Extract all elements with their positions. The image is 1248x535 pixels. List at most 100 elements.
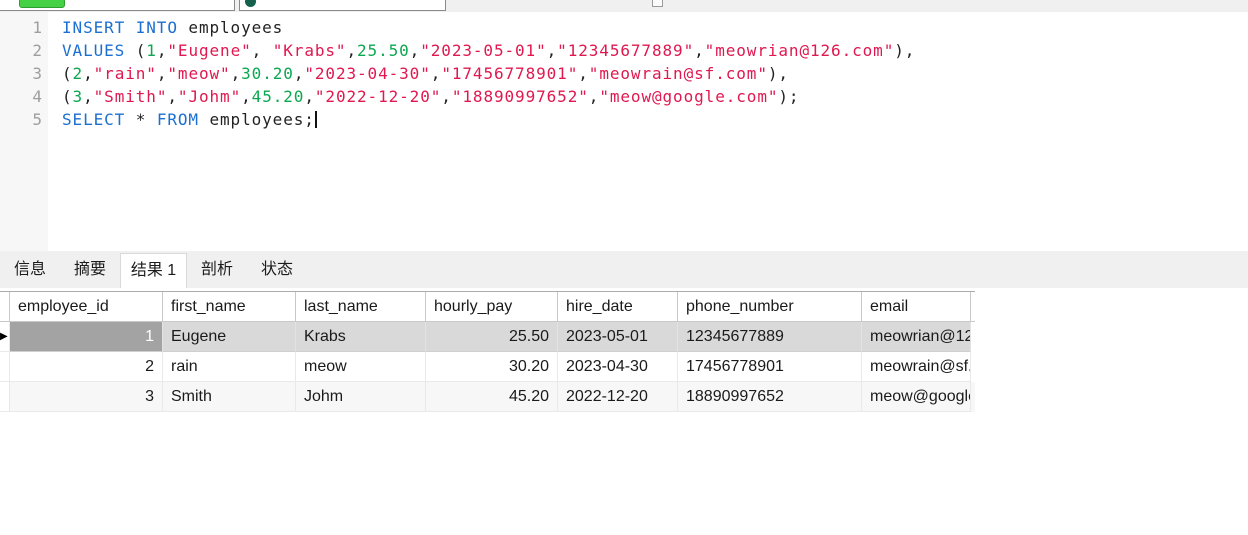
table-cell[interactable]: 3 xyxy=(10,382,163,412)
code-token: , xyxy=(157,64,168,83)
table-cell[interactable]: 18890997652 xyxy=(678,382,862,412)
code-token: ( xyxy=(125,41,146,60)
toolbar-strip xyxy=(0,0,1248,12)
code-token: , xyxy=(231,64,242,83)
result-grid: employee_idfirst_namelast_namehourly_pay… xyxy=(0,291,975,412)
connection-combobox[interactable] xyxy=(0,0,235,11)
code-token: "meowrian@126.com" xyxy=(705,41,895,60)
tab-result1[interactable]: 结果 1 xyxy=(120,253,187,288)
code-token: VALUES xyxy=(62,41,125,60)
table-cell[interactable]: 17456778901 xyxy=(678,352,862,382)
code-token: 3 xyxy=(73,87,84,106)
table-cell[interactable]: rain xyxy=(163,352,296,382)
table-cell[interactable]: 2023-04-30 xyxy=(558,352,678,382)
table-cell[interactable]: 12345677889 xyxy=(678,322,862,352)
selected-row-arrow-icon: ▶ xyxy=(0,332,8,342)
tab-summary[interactable]: 摘要 xyxy=(60,253,120,288)
table-cell[interactable]: 2 xyxy=(10,352,163,382)
code-token: 45.20 xyxy=(252,87,305,106)
code-token: , xyxy=(578,64,589,83)
tab-status[interactable]: 状态 xyxy=(247,253,307,288)
code-token: , xyxy=(294,64,305,83)
code-text: (3,"Smith","Johm",45.20,"2022-12-20","18… xyxy=(42,85,799,108)
code-text: SELECT * FROM employees; xyxy=(42,108,317,131)
code-token: "Eugene" xyxy=(167,41,251,60)
table-cell[interactable]: 30.20 xyxy=(426,352,558,382)
code-text: INSERT INTO employees xyxy=(42,16,283,39)
code-token: ), xyxy=(894,41,915,60)
line-number: 3 xyxy=(0,62,42,85)
code-token: , xyxy=(547,41,558,60)
code-token: 25.50 xyxy=(357,41,410,60)
column-header-phone_number[interactable]: phone_number xyxy=(678,292,862,321)
code-token: "meow@google.com" xyxy=(599,87,778,106)
table-cell[interactable]: meow xyxy=(296,352,426,382)
column-header-last_name[interactable]: last_name xyxy=(296,292,426,321)
code-token: ( xyxy=(62,64,73,83)
grid-corner-cell[interactable] xyxy=(0,292,10,321)
code-token: "Smith" xyxy=(94,87,168,106)
table-cell[interactable]: Eugene xyxy=(163,322,296,352)
tab-profile[interactable]: 剖析 xyxy=(187,253,247,288)
code-token: , xyxy=(410,41,421,60)
table-row: 2rainmeow30.202023-04-3017456778901meowr… xyxy=(0,352,975,382)
square-outline-icon[interactable] xyxy=(652,0,663,7)
grid-header-row: employee_idfirst_namelast_namehourly_pay… xyxy=(0,291,975,322)
code-text: (2,"rain","meow",30.20,"2023-04-30","174… xyxy=(42,62,789,85)
code-token: "18890997652" xyxy=(452,87,589,106)
table-cell[interactable]: Krabs xyxy=(296,322,426,352)
row-marker-cell: ▶ xyxy=(0,322,10,352)
code-lines: 1INSERT INTO employees2VALUES (1,"Eugene… xyxy=(0,12,1248,131)
code-token: , xyxy=(304,87,315,106)
code-token: SELECT xyxy=(62,110,125,129)
table-cell[interactable]: 45.20 xyxy=(426,382,558,412)
code-token: "2022-12-20" xyxy=(315,87,441,106)
code-line: 3(2,"rain","meow",30.20,"2023-04-30","17… xyxy=(0,62,1248,85)
code-token: , xyxy=(441,87,452,106)
table-cell[interactable]: 25.50 xyxy=(426,322,558,352)
code-line: 4(3,"Smith","Johm",45.20,"2022-12-20","1… xyxy=(0,85,1248,108)
code-token: 30.20 xyxy=(241,64,294,83)
code-token: , xyxy=(694,41,705,60)
column-header-first_name[interactable]: first_name xyxy=(163,292,296,321)
code-token: ), xyxy=(768,64,789,83)
green-status-badge-icon xyxy=(19,0,65,8)
database-combobox[interactable] xyxy=(239,0,446,11)
code-token: , xyxy=(346,41,357,60)
code-token: ( xyxy=(62,87,73,106)
table-cell[interactable]: Johm xyxy=(296,382,426,412)
table-cell[interactable]: 2023-05-01 xyxy=(558,322,678,352)
line-number: 2 xyxy=(0,39,42,62)
table-cell[interactable]: Smith xyxy=(163,382,296,412)
code-token: employees; xyxy=(199,110,315,129)
row-marker-cell xyxy=(0,352,10,382)
code-token: "meow" xyxy=(167,64,230,83)
column-header-hire_date[interactable]: hire_date xyxy=(558,292,678,321)
table-row: 3SmithJohm45.202022-12-2018890997652meow… xyxy=(0,382,975,412)
table-cell[interactable]: 1 xyxy=(10,322,163,352)
code-line: 2VALUES (1,"Eugene", "Krabs",25.50,"2023… xyxy=(0,39,1248,62)
sql-editor[interactable]: 1INSERT INTO employees2VALUES (1,"Eugene… xyxy=(0,12,1248,251)
table-cell[interactable]: 2022-12-20 xyxy=(558,382,678,412)
code-token: , xyxy=(167,87,178,106)
column-header-email[interactable]: email xyxy=(862,292,971,321)
code-token: "12345677889" xyxy=(557,41,694,60)
code-token: FROM xyxy=(157,110,199,129)
table-cell[interactable]: meowrian@126.com xyxy=(862,322,971,352)
code-token: "meowrain@sf.com" xyxy=(589,64,768,83)
code-token: "2023-04-30" xyxy=(304,64,430,83)
tab-info[interactable]: 信息 xyxy=(0,253,60,288)
text-cursor xyxy=(315,111,317,128)
column-header-hourly_pay[interactable]: hourly_pay xyxy=(426,292,558,321)
code-text: VALUES (1,"Eugene", "Krabs",25.50,"2023-… xyxy=(42,39,915,62)
code-token: , xyxy=(157,41,168,60)
line-number: 1 xyxy=(0,16,42,39)
table-cell[interactable]: meow@google.com xyxy=(862,382,971,412)
row-marker-cell xyxy=(0,382,10,412)
code-token: 2 xyxy=(73,64,84,83)
code-token: "Johm" xyxy=(178,87,241,106)
table-cell[interactable]: meowrain@sf.com xyxy=(862,352,971,382)
column-header-employee_id[interactable]: employee_id xyxy=(10,292,163,321)
code-line: 1INSERT INTO employees xyxy=(0,16,1248,39)
code-token: , xyxy=(83,64,94,83)
